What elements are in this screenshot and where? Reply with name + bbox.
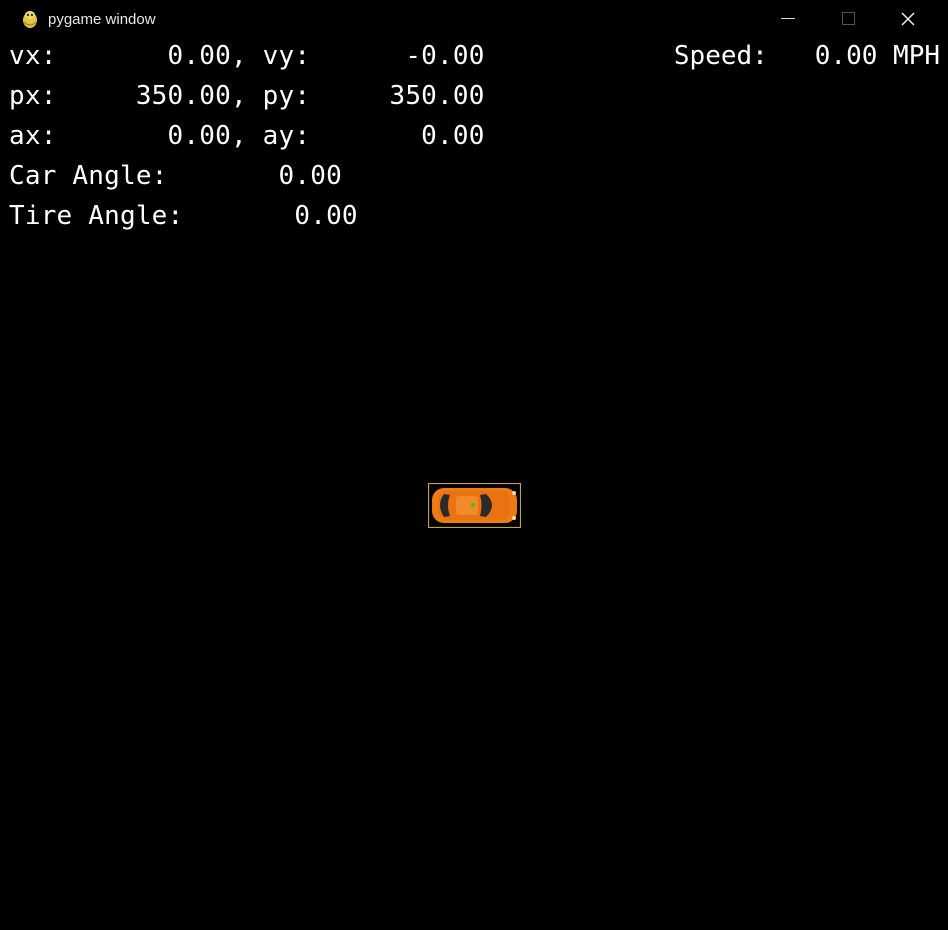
close-button[interactable] bbox=[878, 0, 938, 38]
car-angle-readout: Car Angle: 0.00 bbox=[9, 161, 342, 191]
acceleration-readout: ax: 0.00, ay: 0.00 bbox=[9, 121, 485, 151]
pygame-snake-icon bbox=[20, 8, 40, 30]
position-readout: px: 350.00, py: 350.00 bbox=[9, 81, 485, 111]
window-titlebar[interactable]: pygame window bbox=[0, 0, 948, 38]
window-title: pygame window bbox=[48, 11, 156, 28]
velocity-readout: vx: 0.00, vy: -0.00 bbox=[9, 41, 485, 71]
speed-readout: Speed: 0.00 MPH bbox=[673, 41, 940, 71]
maximize-button[interactable] bbox=[818, 0, 878, 38]
minimize-button[interactable] bbox=[758, 0, 818, 38]
close-icon bbox=[901, 12, 915, 26]
tire-angle-readout: Tire Angle: 0.00 bbox=[9, 201, 358, 231]
maximize-icon bbox=[842, 12, 855, 25]
game-canvas[interactable]: vx: 0.00, vy: -0.00 px: 350.00, py: 350.… bbox=[0, 38, 948, 930]
car-sprite bbox=[427, 482, 522, 532]
minimize-icon bbox=[781, 18, 795, 19]
